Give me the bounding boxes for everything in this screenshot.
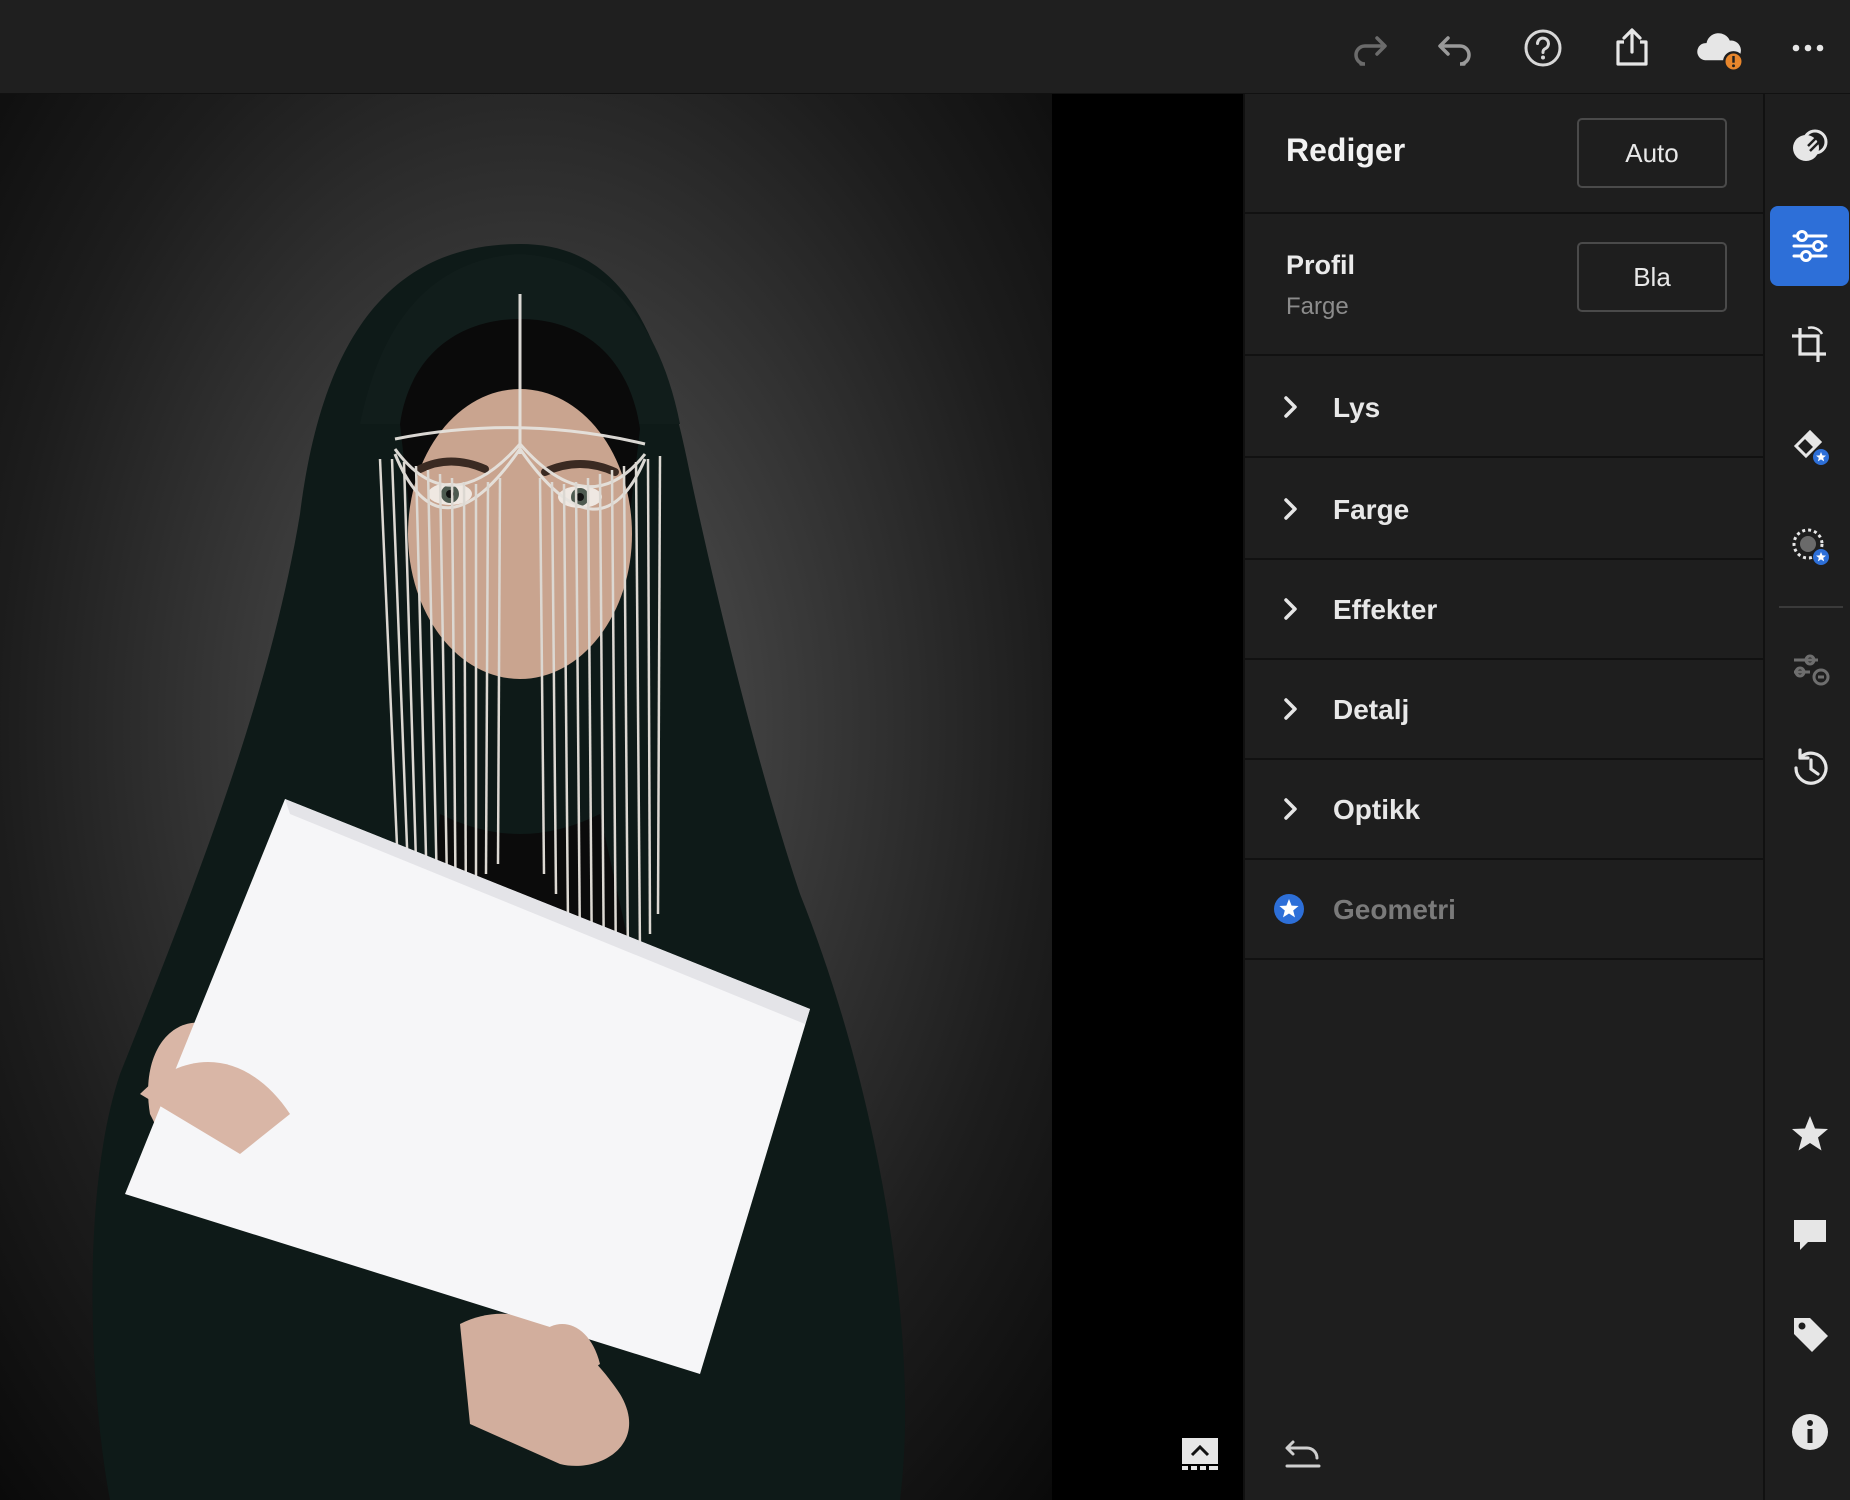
filmstrip-toggle-icon (1182, 1438, 1218, 1470)
more-icon (1792, 44, 1824, 52)
tool-info[interactable] (1770, 1392, 1849, 1472)
reset-edits-button[interactable] (1283, 1434, 1323, 1470)
redo-button[interactable] (1343, 22, 1395, 74)
section-geometry[interactable]: Geometri (1245, 860, 1765, 960)
versions-icon (1793, 654, 1829, 686)
tool-healing[interactable] (1770, 406, 1849, 486)
comments-icon (1793, 1220, 1826, 1250)
presets-icon (1792, 129, 1827, 161)
healing-brush-icon (1793, 429, 1829, 465)
section-label: Farge (1333, 494, 1410, 525)
more-button[interactable] (1782, 22, 1834, 74)
cloud-sync-warning-icon (1697, 33, 1744, 72)
profile-row: Profil Farge Bla (1245, 216, 1765, 356)
section-light[interactable]: Lys (1245, 358, 1765, 458)
cloud-sync-button[interactable] (1690, 22, 1750, 74)
profile-value: Farge (1286, 293, 1349, 320)
tool-keywords[interactable] (1770, 1294, 1849, 1374)
toolbar-divider (1779, 606, 1843, 608)
info-icon (1791, 1414, 1828, 1450)
share-button[interactable] (1606, 22, 1658, 74)
tool-versions[interactable] (1770, 628, 1849, 708)
section-optics[interactable]: Optikk (1245, 760, 1765, 860)
browse-profiles-button[interactable]: Bla (1577, 242, 1727, 312)
help-button[interactable] (1517, 22, 1569, 74)
photo (0, 94, 1052, 1500)
top-bar (0, 0, 1850, 94)
filmstrip-toggle-button[interactable] (1180, 1436, 1220, 1472)
right-toolbar (1763, 94, 1850, 1500)
section-label: Optikk (1333, 794, 1421, 825)
help-icon (1524, 29, 1562, 67)
share-icon (1616, 28, 1648, 66)
section-color[interactable]: Farge (1245, 460, 1765, 560)
tool-crop[interactable] (1770, 306, 1849, 386)
section-effects[interactable]: Effekter (1245, 560, 1765, 660)
edit-sliders-icon (1792, 230, 1827, 262)
premium-star-badge-icon (1274, 894, 1304, 924)
section-label: Effekter (1333, 594, 1438, 625)
edit-panel-header: Rediger Auto (1245, 94, 1765, 214)
chevron-right-icon (1284, 798, 1297, 820)
section-label: Lys (1333, 392, 1381, 423)
section-label: Geometri (1333, 894, 1456, 925)
edit-panel-title: Rediger (1286, 132, 1406, 168)
reset-icon (1285, 1440, 1321, 1468)
photo-canvas[interactable] (0, 94, 1243, 1500)
tool-masking[interactable] (1770, 506, 1849, 586)
edit-panel: Rediger Auto Profil Farge Bla Lys Farge … (1243, 94, 1765, 1500)
photo-illustration (92, 244, 906, 1500)
tool-comments[interactable] (1770, 1194, 1849, 1274)
tool-history[interactable] (1770, 728, 1849, 808)
chevron-right-icon (1284, 698, 1297, 720)
section-detail[interactable]: Detalj (1245, 660, 1765, 760)
crop-rotate-icon (1791, 326, 1826, 362)
profile-label: Profil (1286, 250, 1356, 280)
rating-star-icon (1791, 1116, 1828, 1151)
undo-button[interactable] (1430, 22, 1482, 74)
tool-presets[interactable] (1770, 106, 1849, 186)
undo-icon (1438, 36, 1471, 66)
chevron-right-icon (1284, 598, 1297, 620)
keyword-tag-icon (1793, 1318, 1828, 1352)
tool-edit[interactable] (1770, 206, 1849, 286)
chevron-right-icon (1284, 498, 1297, 520)
section-label: Detalj (1333, 694, 1410, 725)
masking-icon (1792, 528, 1829, 565)
auto-button[interactable]: Auto (1577, 118, 1727, 188)
history-icon (1793, 748, 1828, 785)
tool-rating[interactable] (1770, 1094, 1849, 1174)
chevron-right-icon (1284, 396, 1297, 418)
redo-icon (1354, 36, 1387, 66)
